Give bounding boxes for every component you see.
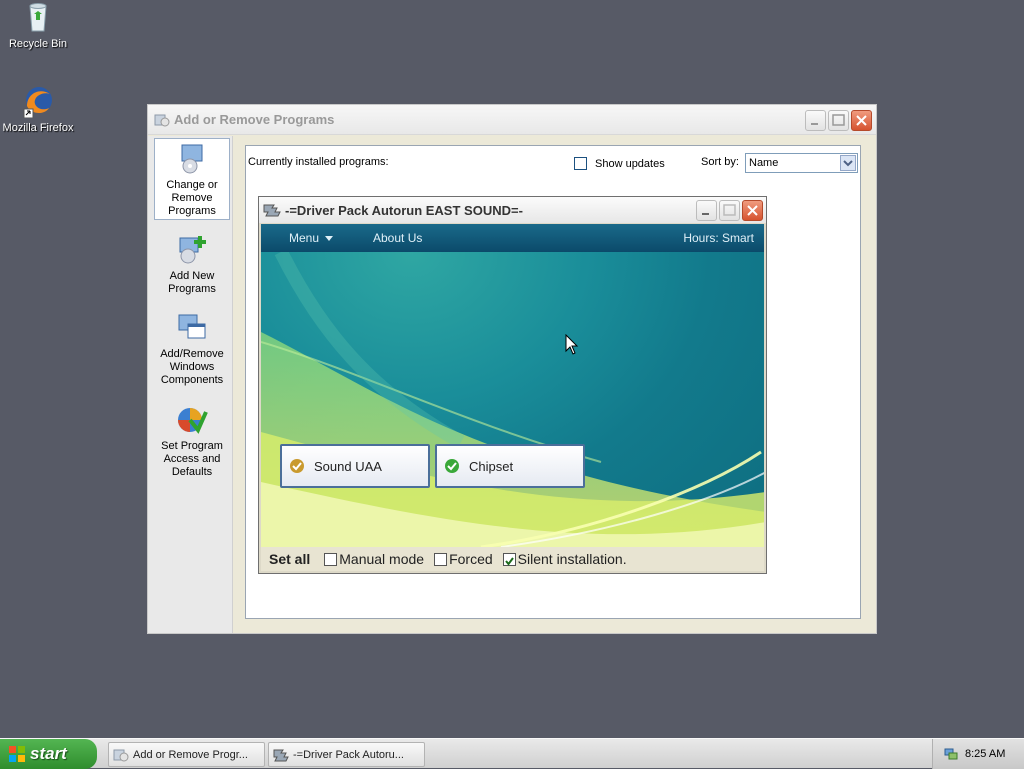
checkmark-icon: [504, 556, 514, 566]
desktop-icon-label: Mozilla Firefox: [2, 122, 74, 134]
forced-checkbox[interactable]: [434, 552, 448, 566]
check-icon: [445, 459, 459, 473]
system-tray: 8:25 AM: [932, 739, 1024, 769]
title-bar[interactable]: -=Driver Pack Autorun EAST SOUND=-: [259, 197, 766, 223]
driver-pack-icon: [263, 202, 281, 218]
caret-down-icon: [325, 236, 334, 242]
forced-label: Forced: [449, 551, 493, 567]
firefox-icon: [21, 84, 55, 119]
taskbar-item-driver-pack[interactable]: -=Driver Pack Autoru...: [268, 742, 425, 767]
about-us-link[interactable]: About Us: [373, 231, 422, 245]
maximize-button[interactable]: [719, 200, 740, 221]
sort-by-value: Name: [749, 157, 779, 169]
add-remove-programs-icon: [113, 747, 129, 763]
menu-dropdown[interactable]: Menu: [289, 231, 334, 245]
taskbar-item-label: -=Driver Pack Autoru...: [293, 748, 404, 761]
aurora-background: [261, 252, 764, 547]
manual-mode-checkbox[interactable]: [324, 552, 338, 566]
windows-components-icon: [176, 312, 208, 344]
taskbar: start Add or Remove Progr... -=Driver Pa…: [0, 738, 1024, 769]
chipset-button[interactable]: Chipset: [435, 444, 585, 488]
menu-bar: Menu About Us Hours: Smart: [261, 224, 764, 252]
set-all-button[interactable]: Set all: [269, 551, 310, 567]
show-updates-checkbox[interactable]: [574, 157, 587, 170]
chevron-down-icon[interactable]: [840, 155, 856, 171]
sidebar-item-label: Change or Remove Programs: [166, 179, 218, 217]
start-button[interactable]: start: [0, 739, 97, 769]
hours-mode: Hours: Smart: [683, 231, 754, 245]
minimize-button[interactable]: [805, 110, 826, 131]
clock[interactable]: 8:25 AM: [965, 748, 1005, 760]
network-tray-icon[interactable]: [943, 746, 959, 762]
desktop-icon-firefox[interactable]: Mozilla Firefox: [0, 84, 78, 134]
sound-uaa-button[interactable]: Sound UAA: [280, 444, 430, 488]
sort-by-select[interactable]: Name: [745, 153, 858, 173]
silent-installation-option[interactable]: Silent installation.: [502, 551, 627, 567]
sort-by-label: Sort by:: [701, 156, 739, 168]
recycle-bin-icon: [21, 0, 55, 34]
sidebar-item-program-access[interactable]: Set Program Access and Defaults: [154, 400, 230, 482]
windows-flag-icon: [8, 745, 26, 763]
change-remove-programs-icon: [176, 143, 208, 175]
add-new-programs-icon: [176, 234, 208, 266]
sidebar-item-label: Set Program Access and Defaults: [161, 440, 223, 478]
manual-mode-option[interactable]: Manual mode: [324, 551, 424, 567]
start-label: start: [30, 744, 67, 763]
manual-mode-label: Manual mode: [339, 551, 425, 567]
driver-pack-window: -=Driver Pack Autorun EAST SOUND=- Menu …: [258, 196, 767, 574]
close-button[interactable]: [742, 200, 763, 221]
sidebar: Change or Remove Programs Add New Progra…: [148, 136, 233, 633]
mouse-cursor-icon: [565, 333, 579, 359]
add-remove-programs-icon: [154, 112, 170, 128]
sidebar-item-label: Add/Remove Windows Components: [160, 348, 224, 386]
warning-icon: [290, 459, 304, 473]
forced-option[interactable]: Forced: [434, 551, 493, 567]
silent-installation-label: Silent installation.: [517, 551, 627, 567]
title-bar[interactable]: Add or Remove Programs: [148, 105, 876, 135]
sidebar-item-label: Add New Programs: [168, 270, 216, 295]
taskbar-item-label: Add or Remove Progr...: [133, 748, 248, 761]
desktop-icon-label: Recycle Bin: [8, 38, 68, 50]
button-label: Chipset: [469, 458, 514, 474]
desktop-icon-recycle-bin[interactable]: Recycle Bin: [0, 0, 78, 50]
button-label: Sound UAA: [314, 458, 382, 474]
options-footer: Set all Manual mode Forced Silent instal…: [261, 547, 764, 571]
sidebar-item-windows-components[interactable]: Add/Remove Windows Components: [154, 308, 230, 390]
window-title: -=Driver Pack Autorun EAST SOUND=-: [285, 202, 523, 218]
show-updates-label: Show updates: [595, 157, 665, 170]
wallpaper-area: Sound UAA Chipset: [261, 252, 764, 547]
minimize-button[interactable]: [696, 200, 717, 221]
silent-installation-checkbox[interactable]: [502, 552, 516, 566]
taskbar-item-add-remove-programs[interactable]: Add or Remove Progr...: [108, 742, 265, 767]
program-access-defaults-icon: [176, 404, 208, 436]
window-title: Add or Remove Programs: [174, 112, 335, 127]
currently-installed-label: Currently installed programs:: [248, 156, 389, 168]
maximize-button[interactable]: [828, 110, 849, 131]
menu-label: Menu: [289, 231, 320, 245]
sidebar-item-add-new[interactable]: Add New Programs: [154, 230, 230, 296]
close-button[interactable]: [851, 110, 872, 131]
driver-pack-icon: [273, 747, 289, 763]
sidebar-item-change-remove[interactable]: Change or Remove Programs: [154, 138, 230, 220]
show-updates-toggle[interactable]: Show updates: [574, 157, 665, 170]
